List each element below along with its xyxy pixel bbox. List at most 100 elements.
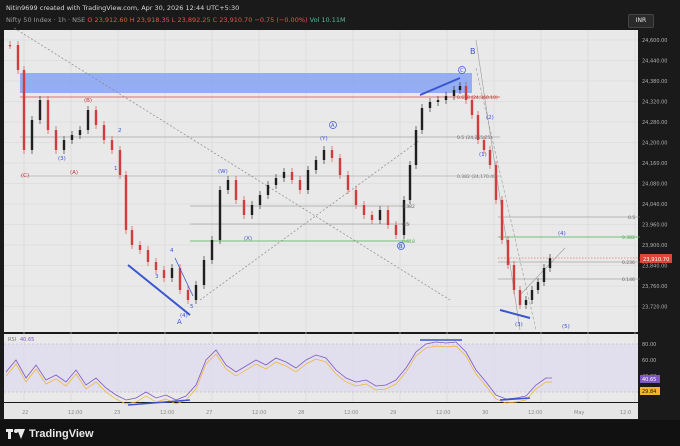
currency-button[interactable]: INR [628, 14, 654, 28]
candle-body[interactable] [386, 210, 390, 225]
candle-body[interactable] [452, 90, 456, 96]
candle-body[interactable] [258, 195, 262, 205]
candle-body[interactable] [202, 260, 206, 285]
symbol-info-row[interactable]: Nifty 50 Index · 1h · NSE O 23,912.60 H … [6, 16, 346, 24]
candle-body[interactable] [306, 170, 310, 190]
candle-body[interactable] [170, 268, 174, 278]
candle-body[interactable] [536, 282, 540, 290]
wave-label-5: 5 [190, 304, 194, 310]
candle-body[interactable] [8, 45, 12, 47]
candle-body[interactable] [78, 130, 82, 135]
candle-body[interactable] [530, 290, 534, 300]
candle-body[interactable] [22, 70, 26, 150]
wave-label-2: 2 [118, 128, 122, 134]
candle-body[interactable] [124, 175, 128, 230]
candle-body[interactable] [408, 165, 412, 200]
candle-body[interactable] [444, 96, 448, 100]
candle-body[interactable] [330, 150, 334, 158]
candle-body[interactable] [346, 175, 350, 190]
candle-body[interactable] [94, 110, 98, 125]
candle-body[interactable] [86, 110, 90, 130]
candle-body[interactable] [226, 180, 230, 190]
candle-body[interactable] [110, 140, 114, 150]
candle-body[interactable] [266, 185, 270, 195]
tradingview-chart-screenshot: (B) (C) (A) (3) 1 2 4 3 5 (4) A (W) (X) … [0, 0, 680, 446]
symbol-name[interactable]: Nifty 50 Index · 1h · NSE [6, 16, 85, 24]
wave-label-3-paren: (3) [58, 156, 66, 162]
candle-body[interactable] [322, 150, 326, 160]
candle-body[interactable] [378, 210, 382, 220]
candle-body[interactable] [518, 290, 522, 305]
candle-body[interactable] [154, 262, 158, 270]
candle-body[interactable] [186, 290, 190, 300]
right-fib-label-0146: 0.146 [622, 277, 635, 283]
candle-body[interactable] [548, 258, 552, 268]
candle-body[interactable] [542, 268, 546, 282]
candle-body[interactable] [314, 160, 318, 170]
resistance-zone[interactable] [20, 73, 472, 93]
candle-body[interactable] [458, 86, 462, 90]
candle-body[interactable] [234, 180, 238, 200]
tradingview-logo[interactable]: TradingView [6, 426, 94, 442]
candle-body[interactable] [370, 215, 374, 220]
candle-body[interactable] [494, 165, 498, 200]
time-tick-label: 30 [482, 410, 488, 416]
candle-body[interactable] [46, 100, 50, 130]
candle-body[interactable] [102, 125, 106, 140]
candle-body[interactable] [38, 100, 42, 120]
candle-body[interactable] [436, 100, 440, 102]
candle-body[interactable] [178, 268, 182, 290]
wave-label-red-c: (C) [21, 173, 29, 179]
price-chart-canvas[interactable]: (B) (C) (A) (3) 1 2 4 3 5 (4) A (W) (X) … [0, 0, 680, 446]
candle-body[interactable] [274, 178, 278, 185]
candle-body[interactable] [298, 180, 302, 190]
candle-body[interactable] [394, 225, 398, 235]
candle-body[interactable] [118, 150, 122, 175]
candle-body[interactable] [482, 140, 486, 150]
candle-body[interactable] [420, 108, 424, 130]
candle-body[interactable] [130, 230, 134, 245]
candle-body[interactable] [54, 130, 58, 150]
wave-label-4-paren-right: (4) [558, 231, 566, 237]
candle-body[interactable] [512, 265, 516, 290]
candle-body[interactable] [250, 205, 254, 215]
candle-body[interactable] [138, 245, 142, 250]
candle-body[interactable] [470, 100, 474, 115]
candle-body[interactable] [500, 200, 504, 240]
candle-body[interactable] [338, 158, 342, 175]
candle-body[interactable] [210, 240, 214, 260]
fib-label-0382: 0.382 (24,170.40) [457, 174, 498, 180]
candle-body[interactable] [524, 300, 528, 305]
candle-body[interactable] [354, 190, 358, 205]
rsi-indicator-name[interactable]: RSI [8, 337, 16, 343]
candle-body[interactable] [62, 140, 66, 150]
price-tick-label: 23,840.00 [642, 264, 667, 270]
candle-body[interactable] [146, 250, 150, 262]
rsi-tick-label: 80.00 [642, 342, 656, 348]
price-tick-label: 24,040.00 [642, 202, 667, 208]
candle-body[interactable] [506, 240, 510, 265]
attribution-text: Nitin9699 created with TradingView.com, … [6, 4, 240, 12]
candle-body[interactable] [30, 120, 34, 150]
candle-body[interactable] [162, 270, 166, 278]
footer-bar: TradingView [0, 420, 680, 446]
price-tick-label: 24,160.00 [642, 161, 667, 167]
candle-body[interactable] [362, 205, 366, 215]
candle-body[interactable] [70, 135, 74, 140]
candle-body[interactable] [218, 190, 222, 240]
candle-body[interactable] [194, 285, 198, 300]
candle-body[interactable] [242, 200, 246, 215]
wave-label-a: A [177, 318, 182, 326]
price-tick-label: 24,080.00 [642, 182, 667, 188]
circle-wave-a-label: A [331, 123, 335, 129]
candle-body[interactable] [290, 172, 294, 180]
wave-label-3: 3 [155, 274, 159, 280]
candle-body[interactable] [488, 150, 492, 165]
price-tick-label: 23,720.00 [642, 305, 667, 311]
candle-body[interactable] [428, 102, 432, 108]
wave-label-w: (W) [218, 169, 228, 175]
time-tick-label: 12:00 [436, 410, 450, 416]
candle-body[interactable] [282, 172, 286, 178]
candle-body[interactable] [16, 45, 20, 70]
candle-body[interactable] [414, 130, 418, 165]
